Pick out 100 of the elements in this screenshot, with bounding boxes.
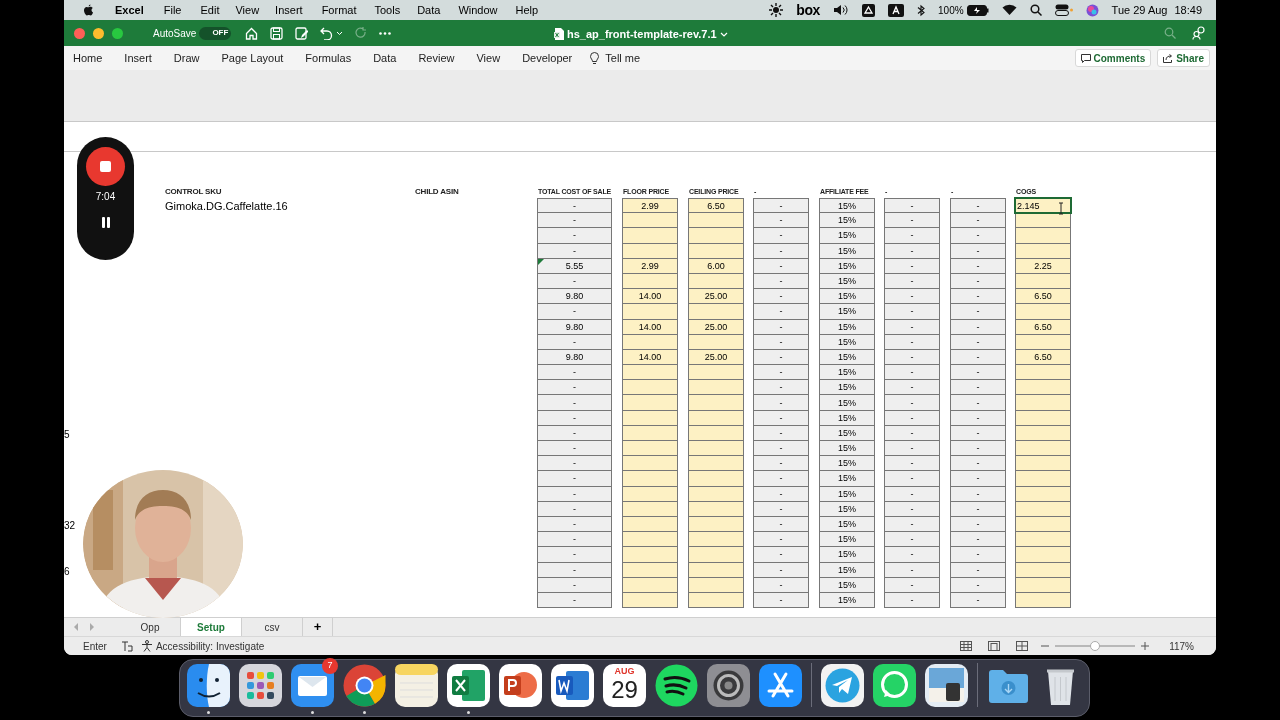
table-cell[interactable]: - bbox=[537, 213, 612, 229]
speaker-icon[interactable] bbox=[833, 4, 850, 16]
table-cell[interactable] bbox=[688, 380, 744, 396]
table-cell[interactable]: - bbox=[884, 365, 940, 381]
autosave-toggle[interactable]: OFF bbox=[199, 26, 232, 40]
table-cell[interactable] bbox=[688, 471, 744, 487]
table-cell[interactable]: - bbox=[537, 304, 612, 320]
table-cell[interactable]: - bbox=[884, 441, 940, 457]
ribbon-tab[interactable]: Draw bbox=[173, 49, 200, 67]
table-cell[interactable]: - bbox=[884, 228, 940, 244]
box-menu-item[interactable]: box bbox=[796, 0, 821, 21]
table-cell[interactable]: 25.00 bbox=[688, 289, 744, 305]
bluetooth-icon[interactable] bbox=[917, 3, 926, 17]
table-cell[interactable]: 6.50 bbox=[1015, 289, 1071, 305]
minimize-button[interactable] bbox=[93, 27, 104, 39]
page-break-icon[interactable] bbox=[1016, 641, 1029, 651]
table-cell[interactable]: - bbox=[537, 441, 612, 457]
menu-item[interactable]: Window bbox=[458, 1, 498, 19]
table-cell[interactable]: - bbox=[950, 304, 1006, 320]
menu-item[interactable]: File bbox=[163, 1, 182, 19]
table-cell[interactable]: - bbox=[753, 228, 809, 244]
table-cell[interactable]: - bbox=[753, 365, 809, 381]
table-cell[interactable]: 15% bbox=[819, 395, 875, 411]
table-cell[interactable]: - bbox=[884, 304, 940, 320]
table-cell[interactable]: - bbox=[537, 395, 612, 411]
table-cell[interactable]: - bbox=[884, 456, 940, 472]
table-cell[interactable]: - bbox=[950, 441, 1006, 457]
table-cell[interactable]: - bbox=[950, 213, 1006, 229]
table-cell[interactable]: - bbox=[537, 532, 612, 548]
zoom-level[interactable]: 117% bbox=[1169, 638, 1194, 654]
ribbon-tab[interactable]: Insert bbox=[124, 49, 152, 67]
table-cell[interactable] bbox=[1015, 456, 1071, 472]
table-cell[interactable] bbox=[622, 441, 678, 457]
sheet-tab[interactable]: Setup bbox=[181, 618, 242, 636]
menu-item[interactable]: Data bbox=[417, 1, 441, 19]
apple-icon[interactable] bbox=[83, 3, 94, 17]
tell-me-search[interactable]: Tell me bbox=[605, 49, 641, 67]
zoom-button[interactable] bbox=[112, 27, 123, 39]
table-cell[interactable]: - bbox=[753, 395, 809, 411]
normal-view-icon[interactable] bbox=[960, 641, 973, 651]
table-cell[interactable] bbox=[1015, 471, 1071, 487]
table-cell[interactable]: 15% bbox=[819, 547, 875, 563]
save-as-icon[interactable] bbox=[295, 26, 309, 40]
accessibility-status[interactable]: Accessibility: Investigate bbox=[155, 638, 265, 654]
dock-app-icon[interactable] bbox=[446, 662, 491, 714]
table-cell[interactable] bbox=[622, 547, 678, 563]
table-cell[interactable] bbox=[688, 365, 744, 381]
wifi-icon[interactable] bbox=[1001, 4, 1017, 16]
zoom-slider-thumb[interactable] bbox=[1090, 641, 1101, 651]
table-cell[interactable] bbox=[622, 395, 678, 411]
table-cell[interactable]: - bbox=[753, 441, 809, 457]
table-cell[interactable]: - bbox=[753, 532, 809, 548]
control-center-icon[interactable] bbox=[1054, 4, 1073, 16]
save-icon[interactable] bbox=[270, 26, 284, 40]
table-cell[interactable]: 15% bbox=[819, 304, 875, 320]
table-cell[interactable]: 6.50 bbox=[688, 198, 744, 214]
table-cell[interactable]: 15% bbox=[819, 471, 875, 487]
table-cell[interactable]: - bbox=[753, 380, 809, 396]
home-icon[interactable] bbox=[245, 26, 259, 40]
table-cell[interactable] bbox=[688, 547, 744, 563]
table-cell[interactable]: - bbox=[950, 365, 1006, 381]
table-cell[interactable]: - bbox=[950, 198, 1006, 214]
table-cell[interactable]: - bbox=[753, 304, 809, 320]
table-cell[interactable]: - bbox=[753, 456, 809, 472]
search-icon[interactable] bbox=[1029, 4, 1042, 16]
table-cell[interactable]: 15% bbox=[819, 213, 875, 229]
table-cell[interactable] bbox=[1015, 365, 1071, 381]
menu-item[interactable]: Tools bbox=[374, 1, 401, 19]
table-cell[interactable]: - bbox=[537, 198, 612, 214]
app-menu[interactable]: Excel bbox=[115, 1, 144, 19]
share-button[interactable]: Share bbox=[1157, 49, 1210, 67]
people-icon[interactable] bbox=[1192, 26, 1206, 40]
ribbon-tab[interactable]: Review bbox=[418, 49, 455, 67]
stop-record-button[interactable] bbox=[86, 147, 125, 186]
dock-app-icon[interactable] bbox=[342, 662, 387, 714]
table-cell[interactable] bbox=[622, 532, 678, 548]
table-cell[interactable]: - bbox=[884, 289, 940, 305]
table-cell[interactable]: 15% bbox=[819, 198, 875, 214]
table-cell[interactable]: - bbox=[753, 213, 809, 229]
table-cell[interactable]: - bbox=[753, 198, 809, 214]
menu-item[interactable]: View bbox=[235, 1, 260, 19]
table-cell[interactable]: - bbox=[537, 456, 612, 472]
table-cell[interactable]: - bbox=[950, 547, 1006, 563]
table-cell[interactable]: 15% bbox=[819, 456, 875, 472]
menu-bar-date[interactable]: Tue 29 Aug bbox=[1111, 1, 1168, 19]
table-cell[interactable]: - bbox=[537, 471, 612, 487]
siri-icon[interactable] bbox=[1085, 3, 1099, 17]
table-cell[interactable]: - bbox=[537, 228, 612, 244]
table-cell[interactable] bbox=[688, 213, 744, 229]
table-cell[interactable]: - bbox=[884, 380, 940, 396]
caret-icon[interactable] bbox=[719, 31, 728, 37]
table-cell[interactable]: - bbox=[950, 380, 1006, 396]
table-cell[interactable]: - bbox=[950, 532, 1006, 548]
table-cell[interactable] bbox=[622, 304, 678, 320]
ribbon-tab[interactable]: Data bbox=[373, 49, 397, 67]
ribbon-tab[interactable]: Formulas bbox=[305, 49, 352, 67]
table-cell[interactable]: - bbox=[884, 547, 940, 563]
table-cell[interactable] bbox=[1015, 441, 1071, 457]
accessibility-icon[interactable] bbox=[140, 640, 153, 652]
menu-item[interactable]: Insert bbox=[275, 1, 303, 19]
